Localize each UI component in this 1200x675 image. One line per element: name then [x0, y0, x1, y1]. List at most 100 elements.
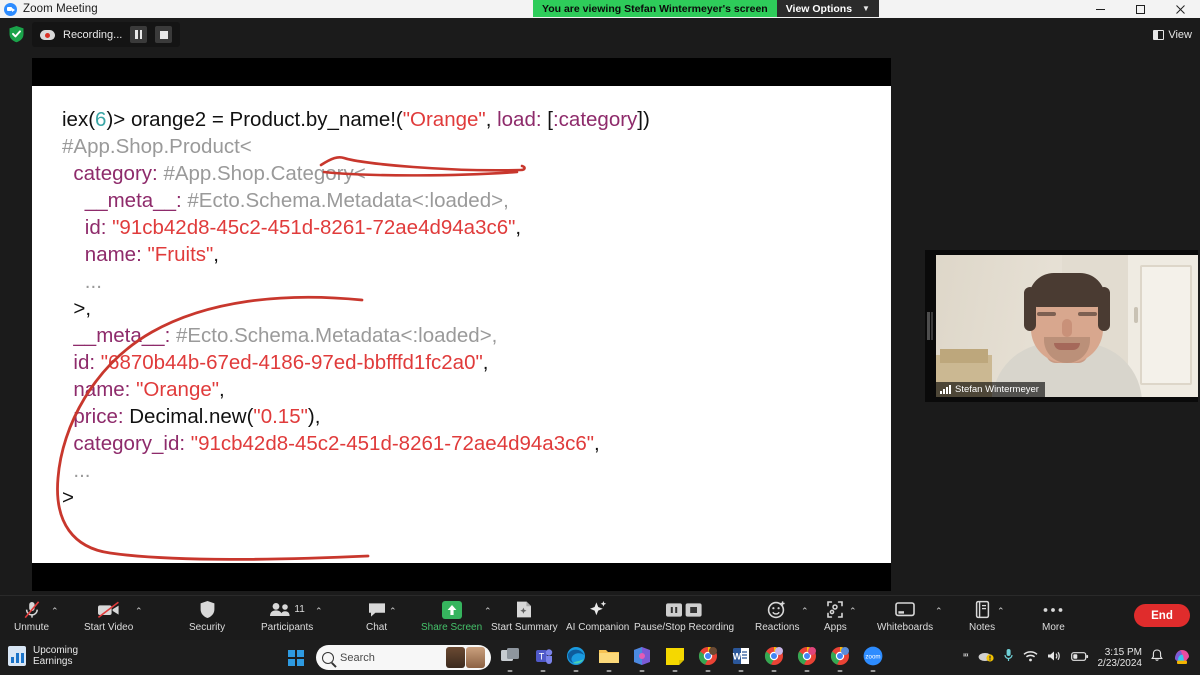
clock[interactable]: 3:15 PM 2/23/2024: [1098, 647, 1143, 669]
code-line: name: "Orange",: [62, 376, 650, 403]
wifi-icon[interactable]: [1023, 649, 1038, 667]
more-dots-icon: [1042, 599, 1064, 620]
notification-bell-icon[interactable]: [1151, 648, 1163, 667]
toolbar-button-pause-stop-recording[interactable]: Pause/Stop Recording: [634, 599, 734, 639]
taskbar-microsoft-365-icon[interactable]: [630, 645, 654, 672]
code-token: #Ecto.Schema.Metadata<:loaded>,: [187, 189, 509, 212]
toolbar-button-label: Whiteboards: [877, 622, 934, 633]
shared-document: iex(6)> orange2 = Product.by_name!("Oran…: [32, 86, 891, 563]
toolbar-button-label: Pause/Stop Recording: [634, 622, 735, 633]
chat-bubble-icon: [367, 599, 387, 620]
video-panel-handle-2[interactable]: [931, 312, 933, 340]
taskbar-widget-upcoming-earnings[interactable]: Upcoming Earnings: [8, 645, 78, 667]
taskbar-zoom-taskbar-icon[interactable]: zoom: [861, 645, 885, 672]
code-line: iex(6)> orange2 = Product.by_name!("Oran…: [62, 106, 650, 133]
taskbar-task-view-icon[interactable]: [498, 645, 522, 672]
toolbar-button-more[interactable]: More: [1042, 599, 1065, 639]
chevron-up-icon[interactable]: ⌃: [51, 606, 59, 617]
system-tray: ⱎ 3:15 PM 2/23/2024: [963, 640, 1192, 675]
toolbar-button-apps[interactable]: Apps: [824, 599, 847, 639]
code-token: ...: [73, 459, 91, 482]
copilot-icon[interactable]: [1172, 646, 1192, 670]
tray-chevron-up-icon[interactable]: ⱎ: [963, 652, 968, 663]
toolbar-button-start-summary[interactable]: Start Summary: [491, 599, 558, 639]
pause-recording-button[interactable]: [130, 26, 148, 43]
toolbar-button-chat[interactable]: Chat: [366, 599, 387, 639]
video-panel-handle[interactable]: [927, 312, 930, 340]
stop-recording-button[interactable]: [155, 26, 173, 43]
view-options-button[interactable]: View Options ▼: [776, 0, 879, 17]
maximize-button[interactable]: [1120, 0, 1160, 18]
code-token: __meta__:: [84, 189, 182, 212]
toolbar-button-label: Chat: [366, 622, 388, 633]
window-controls: [1080, 0, 1200, 18]
toolbar-button-share-screen[interactable]: Share Screen: [421, 599, 482, 639]
toolbar-button-participants[interactable]: 11 Participants: [261, 599, 313, 639]
microphone-muted-icon: [22, 599, 42, 620]
toolbar-button-start-video[interactable]: Start Video: [84, 599, 133, 639]
shield-icon: [199, 599, 216, 620]
share-banner-message: You are viewing Stefan Wintermeyer's scr…: [533, 0, 777, 17]
shield-check-icon[interactable]: [8, 25, 25, 43]
shared-screen-area[interactable]: iex(6)> orange2 = Product.by_name!("Oran…: [32, 58, 891, 591]
code-token: ]): [637, 108, 650, 131]
search-input[interactable]: Search: [316, 645, 491, 670]
ai-sparkle-icon: [588, 599, 608, 620]
recording-status-bar: Recording... View: [0, 18, 1200, 50]
taskbar-chrome-profile-3-icon[interactable]: [795, 645, 819, 672]
code-token: category_id:: [73, 432, 186, 455]
chevron-up-icon[interactable]: ⌃: [935, 606, 943, 617]
battery-icon[interactable]: [1070, 649, 1089, 667]
taskbar-microsoft-teams-icon[interactable]: T: [531, 645, 555, 672]
pause-stop-recording-icon: [665, 599, 703, 620]
apps-icon: [825, 599, 845, 620]
chevron-up-icon[interactable]: ⌃: [997, 606, 1005, 617]
toolbar-button-security[interactable]: Security: [189, 599, 225, 639]
taskbar-chrome-profile-4-icon[interactable]: [828, 645, 852, 672]
code-line: >,: [62, 295, 650, 322]
taskbar-file-explorer-icon[interactable]: [597, 645, 621, 672]
chevron-up-icon[interactable]: ⌃: [801, 606, 809, 617]
self-view-video-tile[interactable]: Stefan Wintermeyer: [925, 250, 1198, 402]
window-title-bar: Zoom Meeting You are viewing Stefan Wint…: [0, 0, 1200, 18]
chevron-up-icon[interactable]: ⌃: [849, 606, 857, 617]
view-layout-button[interactable]: View: [1153, 26, 1192, 43]
minimize-button[interactable]: [1080, 0, 1120, 18]
toolbar-button-label: Start Summary: [491, 622, 558, 633]
recording-label: Recording...: [63, 28, 123, 41]
toolbar-button-ai-companion[interactable]: AI Companion: [566, 599, 629, 639]
chevron-up-icon[interactable]: ⌃: [135, 606, 143, 617]
code-token: "Orange": [402, 108, 486, 131]
windows-start-icon[interactable]: [288, 650, 304, 666]
layout-view-icon: [1153, 29, 1165, 40]
code-token: ,: [219, 378, 225, 401]
chevron-up-icon[interactable]: ⌃: [389, 606, 397, 617]
code-token: "6870b44b-67ed-4186-97ed-bbfffd1fc2a0": [100, 351, 483, 374]
close-button[interactable]: [1160, 0, 1200, 18]
microphone-icon[interactable]: [1003, 648, 1014, 667]
volume-icon[interactable]: [1047, 649, 1062, 667]
taskbar-microsoft-edge-icon[interactable]: [564, 645, 588, 672]
chevron-up-icon[interactable]: ⌃: [315, 606, 323, 617]
taskbar-sticky-notes-icon[interactable]: [663, 645, 687, 672]
taskbar-chrome-profile-2-icon[interactable]: [762, 645, 786, 672]
onedrive-warning-icon[interactable]: [978, 649, 994, 667]
taskbar-chrome-profile-1-icon[interactable]: [696, 645, 720, 672]
windows-taskbar: Upcoming Earnings Search T Wzoom ⱎ 3:15 …: [0, 640, 1200, 675]
toolbar-button-whiteboards[interactable]: Whiteboards: [877, 599, 933, 639]
code-line: __meta__: #Ecto.Schema.Metadata<:loaded>…: [62, 187, 650, 214]
toolbar-button-unmute[interactable]: Unmute: [14, 599, 49, 639]
participant-name: Stefan Wintermeyer: [955, 384, 1039, 395]
code-token: ,: [485, 108, 498, 131]
toolbar-button-reactions[interactable]: Reactions: [755, 599, 799, 639]
toolbar-button-notes[interactable]: Notes: [969, 599, 995, 639]
taskbar-microsoft-word-icon[interactable]: W: [729, 645, 753, 672]
end-meeting-button[interactable]: End: [1134, 604, 1190, 627]
screen-share-banner: You are viewing Stefan Wintermeyer's scr…: [533, 0, 879, 17]
